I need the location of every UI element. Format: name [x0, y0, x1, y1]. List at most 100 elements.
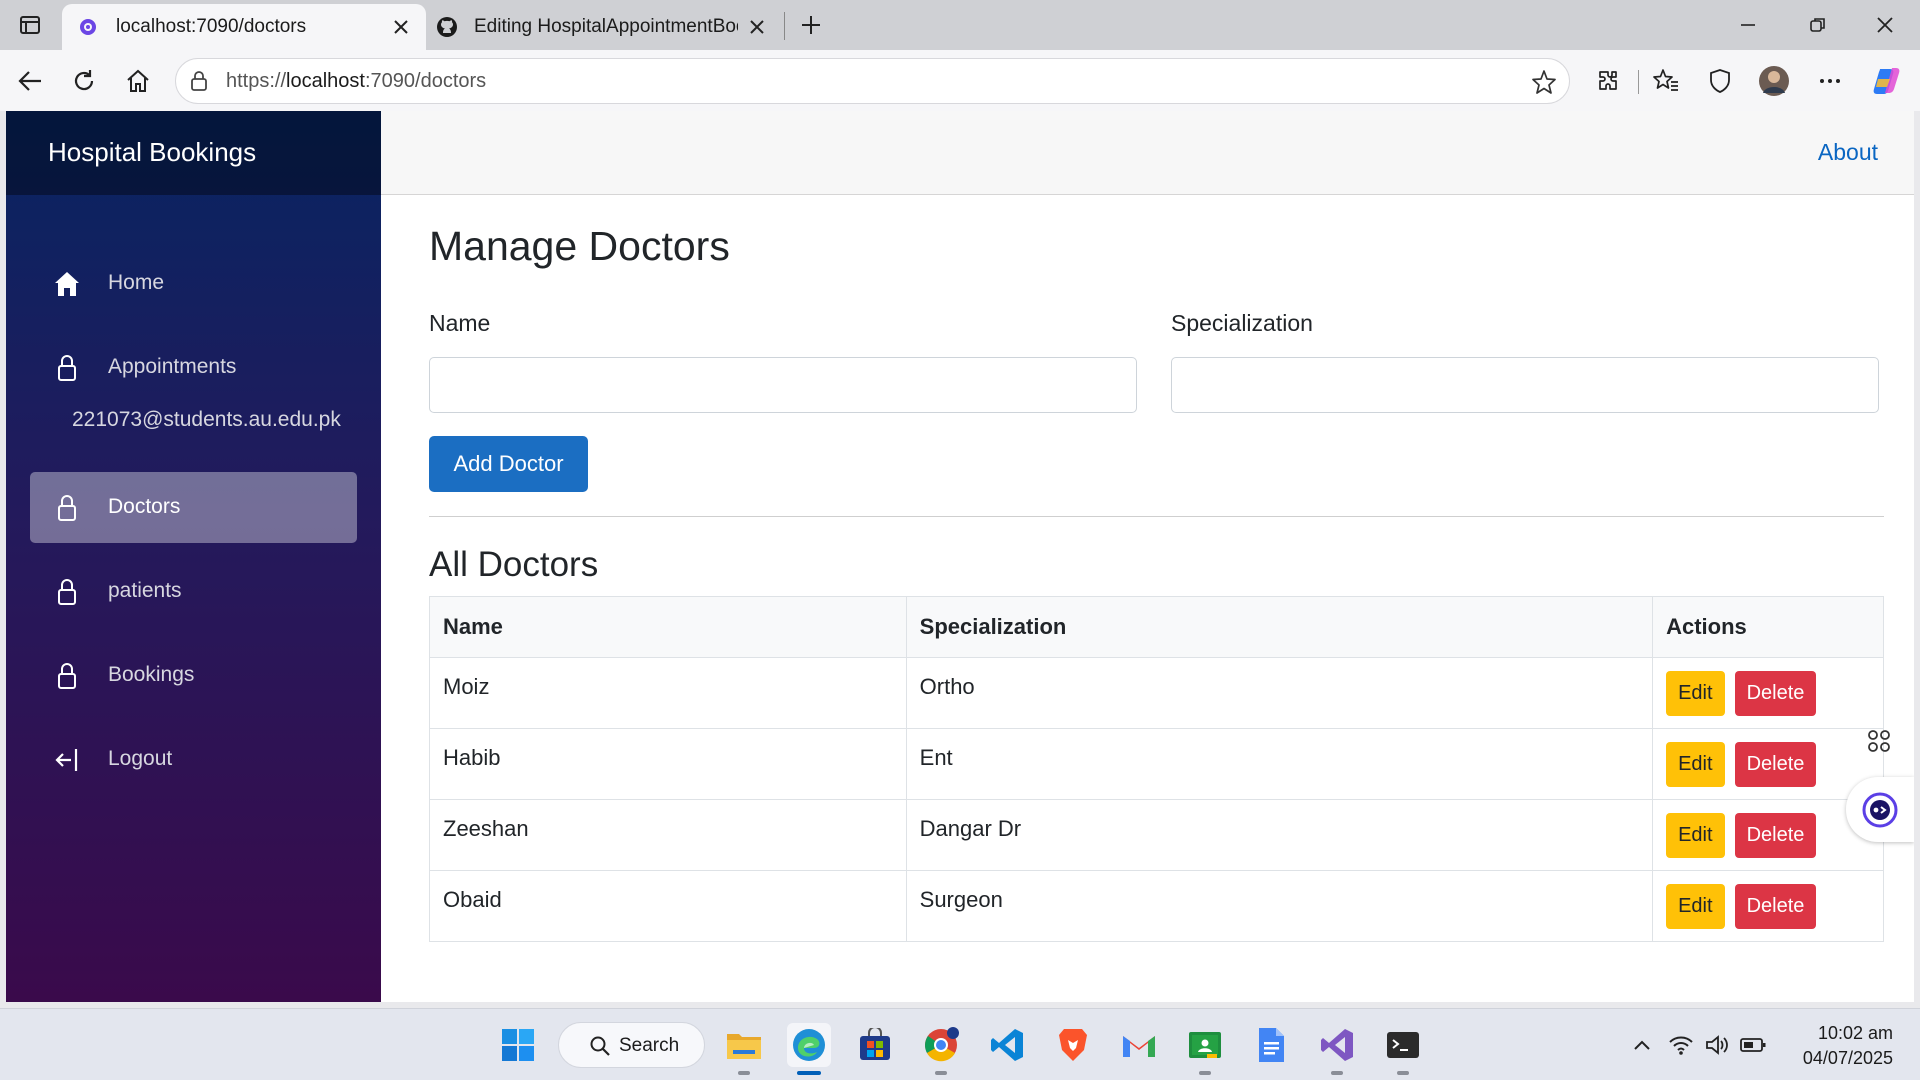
doctor-specialization-cell: Ent — [905, 728, 1654, 800]
brand-bar: Hospital Bookings — [6, 111, 381, 195]
column-header-name: Name — [429, 596, 907, 658]
logout-icon — [54, 746, 80, 774]
favorites-icon[interactable] — [1648, 63, 1684, 99]
sidebar-item-bookings[interactable]: Bookings — [30, 640, 357, 711]
profile-avatar[interactable] — [1756, 63, 1792, 99]
gmail-icon[interactable] — [1117, 1023, 1161, 1067]
doctor-name-cell: Zeeshan — [429, 799, 907, 871]
taskbar-clock[interactable]: 10:02 am 04/07/2025 — [1803, 1021, 1893, 1071]
sidebar-item-label: Appointments — [108, 355, 237, 378]
edit-button[interactable]: Edit — [1666, 883, 1725, 929]
back-icon[interactable] — [12, 63, 48, 99]
lock-icon — [54, 354, 80, 382]
google-classroom-icon[interactable] — [1183, 1023, 1227, 1075]
app-brand[interactable]: Hospital Bookings — [48, 137, 256, 168]
microsoft-store-icon[interactable] — [853, 1023, 897, 1067]
search-label: Search — [619, 1035, 680, 1056]
close-tab-icon[interactable] — [746, 16, 768, 38]
running-indicator — [1199, 1071, 1211, 1075]
file-explorer-icon[interactable] — [722, 1023, 766, 1075]
active-app-indicator — [797, 1071, 821, 1075]
user-email: 221073@students.au.edu.pk — [72, 408, 341, 431]
apps-launcher-icon[interactable] — [1846, 708, 1911, 773]
google-docs-icon[interactable] — [1249, 1023, 1293, 1067]
edit-button[interactable]: Edit — [1666, 812, 1725, 858]
restore-icon[interactable] — [1783, 0, 1853, 50]
table-header-row: Name Specialization Actions — [429, 596, 1884, 658]
tab-title: localhost:7090/doctors — [116, 16, 307, 37]
site-favicon-icon — [78, 17, 98, 37]
reload-icon[interactable] — [66, 63, 102, 99]
taskbar-search[interactable]: Search — [558, 1022, 705, 1068]
specialization-label: Specialization — [1171, 310, 1313, 336]
wifi-icon[interactable] — [1666, 1023, 1696, 1067]
close-tab-icon[interactable] — [390, 16, 412, 38]
all-doctors-heading: All Doctors — [429, 545, 599, 584]
specialization-input[interactable] — [1171, 357, 1879, 413]
sidebar-item-logout[interactable]: Logout — [30, 724, 357, 795]
edit-button[interactable]: Edit — [1666, 670, 1725, 716]
tab-divider — [784, 12, 785, 40]
browser-toolbar: https://localhost:7090/doctors — [0, 50, 1920, 111]
add-doctor-button[interactable]: Add Doctor — [429, 436, 588, 492]
sidebar-item-doctors[interactable]: Doctors — [30, 472, 357, 543]
vscode-icon[interactable] — [985, 1023, 1029, 1067]
address-url: https://localhost:7090/doctors — [226, 69, 487, 92]
lock-icon — [54, 578, 80, 606]
tab-doctors[interactable]: localhost:7090/doctors — [62, 4, 426, 50]
section-divider — [429, 516, 1884, 517]
name-input[interactable] — [429, 357, 1137, 413]
browser-essentials-shield-icon[interactable] — [1702, 63, 1738, 99]
visual-studio-icon[interactable] — [1315, 1023, 1359, 1075]
windows-start-icon[interactable] — [496, 1023, 540, 1067]
top-row: About — [381, 111, 1914, 195]
delete-button[interactable]: Delete — [1734, 883, 1817, 929]
address-bar[interactable]: https://localhost:7090/doctors — [175, 58, 1570, 104]
site-info-lock-icon[interactable] — [188, 70, 210, 92]
volume-icon[interactable] — [1702, 1023, 1732, 1067]
sidebar-item-label: Home — [108, 271, 165, 294]
chrome-icon[interactable] — [919, 1023, 963, 1075]
terminal-icon[interactable] — [1381, 1023, 1425, 1075]
doctor-specialization-cell: Surgeon — [905, 870, 1654, 942]
doctor-specialization-cell: Ortho — [905, 657, 1654, 729]
delete-button[interactable]: Delete — [1734, 812, 1817, 858]
browser-tab-strip: localhost:7090/doctors Editing HospitalA… — [0, 0, 1920, 50]
page-title: Manage Doctors — [429, 223, 730, 269]
favorite-star-icon[interactable] — [1531, 69, 1557, 95]
doctor-name-cell: Habib — [429, 728, 907, 800]
about-link[interactable]: About — [1818, 139, 1878, 166]
sidebar-item-patients[interactable]: patients — [30, 556, 357, 627]
running-indicator — [738, 1071, 750, 1075]
new-tab-icon[interactable] — [794, 8, 828, 42]
assistant-bot-icon[interactable] — [1846, 777, 1914, 842]
brave-browser-icon[interactable] — [1051, 1023, 1095, 1067]
edit-button[interactable]: Edit — [1666, 741, 1725, 787]
sidebar-item-appointments[interactable]: Appointments — [30, 332, 357, 403]
delete-button[interactable]: Delete — [1734, 741, 1817, 787]
web-page: Hospital Bookings Home Appointments 2210… — [6, 111, 1914, 1002]
extensions-icon[interactable] — [1590, 63, 1626, 99]
doctors-table: Name Specialization Actions Moiz Ortho E… — [429, 596, 1884, 942]
delete-button[interactable]: Delete — [1734, 670, 1817, 716]
lock-icon — [54, 662, 80, 690]
sidebar-toggle-icon[interactable] — [14, 10, 46, 40]
clock-date: 04/07/2025 — [1802, 1048, 1893, 1068]
edge-browser-icon[interactable] — [787, 1023, 831, 1075]
more-options-icon[interactable] — [1812, 63, 1848, 99]
sidebar-item-label: Doctors — [108, 495, 181, 518]
home-icon[interactable] — [120, 63, 156, 99]
running-indicator — [935, 1071, 947, 1075]
minimize-icon[interactable] — [1713, 0, 1783, 50]
close-window-icon[interactable] — [1850, 0, 1920, 50]
battery-icon[interactable] — [1738, 1023, 1768, 1067]
doctor-name-cell: Obaid — [429, 870, 907, 942]
sidebar-item-home[interactable]: Home — [30, 248, 357, 319]
tab-github-editor[interactable]: Editing HospitalAppointmentBooking — [430, 4, 780, 50]
doctor-name-cell: Moiz — [429, 657, 907, 729]
lock-icon — [54, 494, 80, 522]
tab-title: Editing HospitalAppointmentBooking — [474, 16, 738, 37]
table-row: Moiz Ortho Edit Delete — [429, 657, 1884, 729]
copilot-icon[interactable] — [1868, 63, 1904, 99]
show-hidden-icons-chevron-icon[interactable] — [1620, 1023, 1664, 1067]
